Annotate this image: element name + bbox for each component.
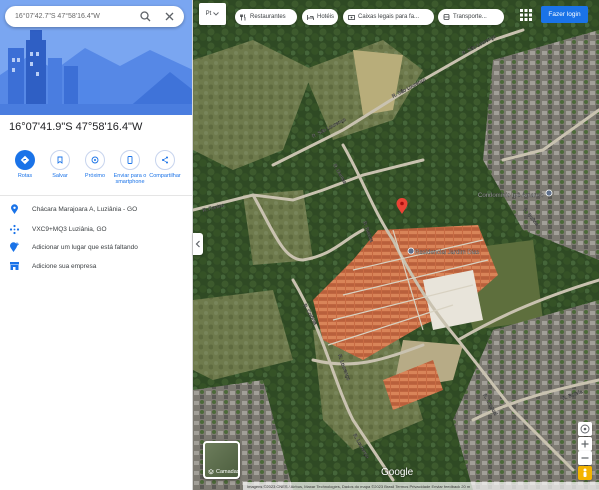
pegman-icon xyxy=(583,468,587,477)
satellite-map[interactable]: R. São Lourenço R. São Lourenço R. São L… xyxy=(193,0,599,490)
action-buttons: Rotas Salvar Próximo Enviar para o smart… xyxy=(8,150,186,190)
plus-code-icon xyxy=(9,224,20,235)
close-icon[interactable] xyxy=(163,10,176,23)
send-to-phone-button[interactable]: Enviar para o smartphone xyxy=(113,150,147,185)
plus-code-text: VXC9+MQ3 Luziânia, GO xyxy=(32,225,107,233)
collapse-panel-button[interactable] xyxy=(193,233,203,255)
layers-label: Camadas xyxy=(216,469,240,475)
language-button[interactable]: Pt xyxy=(199,3,226,25)
compass-button[interactable] xyxy=(578,422,592,436)
poi-label: Residencial Jardim Dias xyxy=(415,250,479,256)
chip-label: Restaurantes xyxy=(250,14,286,20)
action-label: Enviar para o smartphone xyxy=(113,173,147,185)
poi-label: Condomínio Ipê Amarelo xyxy=(478,193,545,199)
chevron-left-icon xyxy=(195,240,200,248)
restaurant-icon xyxy=(240,13,246,20)
search-input[interactable] xyxy=(15,13,133,20)
search-icon[interactable] xyxy=(139,10,152,23)
pin-icon xyxy=(9,203,20,215)
compass-icon xyxy=(580,424,590,434)
zoom-in-button[interactable] xyxy=(578,437,592,451)
sign-in-button[interactable]: Fazer login xyxy=(541,6,588,23)
poi-marker xyxy=(545,189,553,197)
chip-label: Transporte... xyxy=(453,14,487,20)
plus-code-row[interactable]: VXC9+MQ3 Luziânia, GO xyxy=(9,224,107,234)
chip-hotels[interactable]: Hotéis xyxy=(302,9,338,25)
chip-label: Hotéis xyxy=(317,14,335,20)
side-panel: 16°07'41.9"S 47°58'16.4"W Rotas Salvar P… xyxy=(0,0,193,490)
directions-icon xyxy=(15,150,35,170)
action-label: Compartilhar xyxy=(149,173,181,179)
action-label: Rotas xyxy=(17,173,33,179)
poi-marker xyxy=(407,247,415,255)
chip-transit[interactable]: Transporte... xyxy=(438,9,504,25)
add-business-row[interactable]: Adicione sua empresa xyxy=(9,261,96,271)
address-text: Chácara Marajoara A, Luziânia - GO xyxy=(32,205,138,213)
map-footer: Imagens ©2023 CNES / Airbus, Maxar Techn… xyxy=(243,482,599,490)
layers-icon xyxy=(208,469,214,475)
zoom-out-button[interactable] xyxy=(578,451,592,465)
maps-window: 16°07'41.9"S 47°58'16.4"W Rotas Salvar P… xyxy=(0,0,599,490)
address-row[interactable]: Chácara Marajoara A, Luziânia - GO xyxy=(9,203,138,215)
google-logo: Google xyxy=(381,467,414,478)
directions-button[interactable]: Rotas xyxy=(8,150,42,179)
bookmark-icon xyxy=(50,150,70,170)
chip-atm[interactable]: Caixas legais para fa... xyxy=(343,9,434,25)
share-icon xyxy=(155,150,175,170)
atm-icon xyxy=(348,14,355,20)
action-label: Próximo xyxy=(84,173,106,179)
add-business-text: Adicione sua empresa xyxy=(32,262,97,270)
divider xyxy=(0,195,192,196)
chip-restaurants[interactable]: Restaurantes xyxy=(235,9,297,25)
language-label: Pt xyxy=(205,11,212,17)
search-box[interactable] xyxy=(5,6,184,27)
street-view-pegman[interactable] xyxy=(578,466,592,480)
layers-button[interactable]: Camadas xyxy=(203,441,240,479)
add-place-row[interactable]: Adicionar um lugar que está faltando xyxy=(9,241,138,253)
chevron-down-icon xyxy=(213,12,220,16)
share-button[interactable]: Compartilhar xyxy=(148,150,182,179)
plus-icon xyxy=(581,440,589,448)
phone-send-icon xyxy=(120,150,140,170)
minus-icon xyxy=(581,457,589,459)
save-button[interactable]: Salvar xyxy=(43,150,77,179)
chip-label: Caixas legais para fa... xyxy=(358,14,420,20)
add-place-icon xyxy=(9,241,20,253)
nearby-icon xyxy=(85,150,105,170)
layers-label-wrap: Camadas xyxy=(208,469,240,475)
hotel-icon xyxy=(307,14,314,20)
transit-icon xyxy=(443,13,450,20)
place-title: 16°07'41.9"S 47°58'16.4"W xyxy=(9,121,143,133)
nearby-button[interactable]: Próximo xyxy=(78,150,112,179)
apps-grid-icon[interactable] xyxy=(519,8,533,22)
add-place-text: Adicionar um lugar que está faltando xyxy=(32,243,138,251)
action-label: Salvar xyxy=(52,173,68,179)
business-icon xyxy=(9,261,20,272)
